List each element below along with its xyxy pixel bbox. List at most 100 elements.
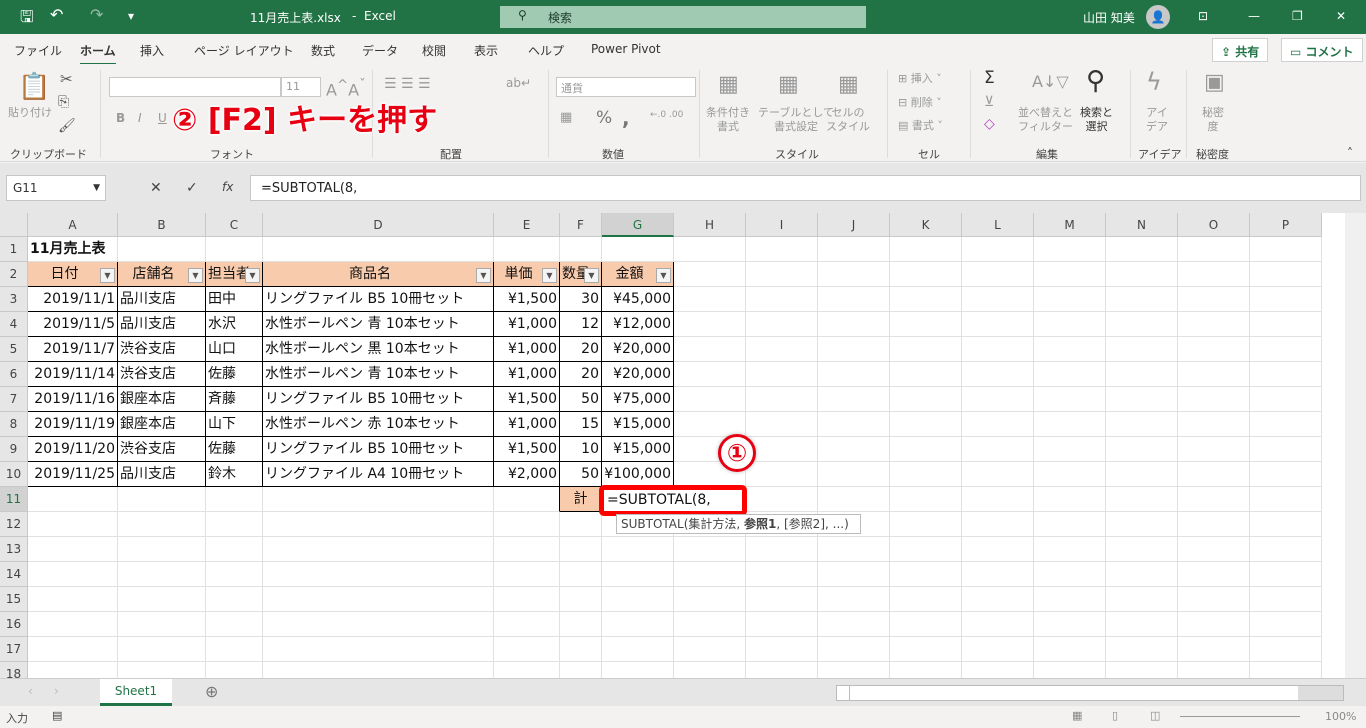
function-tooltip[interactable]: SUBTOTAL(集計方法, 参照1, [参照2], ...) — [616, 514, 861, 534]
cell[interactable] — [1250, 462, 1322, 487]
cell[interactable] — [890, 437, 962, 462]
table-cell[interactable]: 50 — [560, 387, 602, 412]
cell[interactable] — [818, 312, 890, 337]
row-header-3[interactable]: 3 — [0, 287, 28, 312]
tab-1[interactable]: ホーム — [80, 42, 116, 66]
cell[interactable] — [1250, 512, 1322, 537]
cell-styles-button[interactable]: セルの スタイル — [826, 106, 870, 134]
cell[interactable] — [263, 587, 494, 612]
cell[interactable] — [746, 312, 818, 337]
cell[interactable] — [962, 437, 1034, 462]
cell[interactable] — [674, 337, 746, 362]
cell[interactable] — [818, 587, 890, 612]
cell[interactable] — [1106, 487, 1178, 512]
cell[interactable] — [890, 587, 962, 612]
table-cell[interactable]: 2019/11/16 — [28, 387, 118, 412]
cell[interactable] — [890, 662, 962, 678]
cell[interactable] — [1034, 612, 1106, 637]
cell[interactable] — [28, 637, 118, 662]
cell[interactable] — [674, 562, 746, 587]
table-header-cell[interactable]: 数量 ▼ — [560, 262, 602, 287]
cell[interactable] — [746, 437, 818, 462]
align-top-icon[interactable]: ☰ ☰ ☰ — [384, 76, 431, 92]
cell[interactable] — [962, 237, 1034, 262]
share-button[interactable]: ⇪ 共有 — [1212, 38, 1269, 62]
cell[interactable] — [602, 537, 674, 562]
cell[interactable] — [674, 237, 746, 262]
cell[interactable] — [1106, 587, 1178, 612]
close-icon[interactable]: ✕ — [1336, 9, 1346, 23]
search-box[interactable]: ⚲ 検索 — [500, 6, 866, 28]
table-cell[interactable]: 50 — [560, 462, 602, 487]
cell[interactable] — [560, 637, 602, 662]
cell[interactable] — [28, 662, 118, 678]
column-header-P[interactable]: P — [1250, 213, 1322, 237]
cell[interactable] — [1178, 237, 1250, 262]
column-header-C[interactable]: C — [206, 213, 263, 237]
filter-dropdown-icon[interactable]: ▼ — [188, 268, 203, 283]
cell[interactable] — [1250, 387, 1322, 412]
column-header-J[interactable]: J — [818, 213, 890, 237]
name-box[interactable]: G11 ▼ — [6, 175, 106, 201]
cell[interactable] — [1178, 362, 1250, 387]
table-cell[interactable]: 2019/11/25 — [28, 462, 118, 487]
table-cell[interactable]: 2019/11/7 — [28, 337, 118, 362]
sheet-tab-sheet1[interactable]: Sheet1 — [100, 679, 172, 706]
cell[interactable] — [494, 637, 560, 662]
cell[interactable] — [1178, 312, 1250, 337]
cell[interactable] — [890, 387, 962, 412]
row-header-1[interactable]: 1 — [0, 237, 28, 262]
table-cell[interactable]: ¥15,000 — [602, 412, 674, 437]
cell[interactable] — [1178, 662, 1250, 678]
percent-button[interactable]: % — [596, 108, 612, 128]
cell[interactable] — [1034, 637, 1106, 662]
cell[interactable] — [890, 262, 962, 287]
table-cell[interactable]: リングファイル B5 10冊セット — [263, 437, 494, 462]
cell[interactable] — [674, 537, 746, 562]
cell[interactable] — [1178, 337, 1250, 362]
cell[interactable] — [28, 487, 118, 512]
zoom-slider[interactable] — [1180, 716, 1300, 717]
table-cell[interactable]: 田中 — [206, 287, 263, 312]
cell[interactable] — [494, 512, 560, 537]
table-cell[interactable]: ¥1,000 — [494, 337, 560, 362]
table-header-cell[interactable]: 金額 ▼ — [602, 262, 674, 287]
cell[interactable] — [263, 662, 494, 678]
cell[interactable] — [1106, 287, 1178, 312]
cell[interactable] — [28, 512, 118, 537]
cell[interactable] — [263, 237, 494, 262]
cell[interactable] — [118, 512, 206, 537]
sheet-title[interactable]: 11月売上表 — [28, 237, 118, 262]
column-header-O[interactable]: O — [1178, 213, 1250, 237]
cell[interactable] — [962, 537, 1034, 562]
cell[interactable] — [1178, 562, 1250, 587]
cell[interactable] — [818, 262, 890, 287]
table-cell[interactable]: リングファイル B5 10冊セット — [263, 387, 494, 412]
format-painter-icon[interactable]: 🖌 — [58, 118, 76, 134]
cell[interactable] — [818, 387, 890, 412]
cell[interactable] — [962, 412, 1034, 437]
cell[interactable] — [1106, 462, 1178, 487]
cell[interactable] — [962, 312, 1034, 337]
table-cell[interactable]: 2019/11/1 — [28, 287, 118, 312]
row-header-5[interactable]: 5 — [0, 337, 28, 362]
tab-7[interactable]: 表示 — [474, 42, 498, 59]
cell[interactable] — [674, 287, 746, 312]
table-cell[interactable]: 渋谷支店 — [118, 362, 206, 387]
cell[interactable] — [1034, 387, 1106, 412]
table-cell[interactable]: 2019/11/19 — [28, 412, 118, 437]
cell[interactable] — [962, 287, 1034, 312]
row-header-11[interactable]: 11 — [0, 487, 28, 512]
cell[interactable] — [118, 237, 206, 262]
paste-button[interactable]: 貼り付け — [8, 106, 52, 120]
cell[interactable] — [746, 537, 818, 562]
font-size-combo[interactable]: 11 — [281, 77, 321, 97]
row-header-16[interactable]: 16 — [0, 612, 28, 637]
cell[interactable] — [1250, 287, 1322, 312]
cell[interactable] — [818, 237, 890, 262]
cell[interactable] — [1034, 237, 1106, 262]
find-select-button[interactable]: 検索と 選択 — [1080, 106, 1113, 134]
page-layout-icon[interactable]: ▯ — [1112, 709, 1118, 722]
cell[interactable] — [602, 637, 674, 662]
cell[interactable] — [890, 512, 962, 537]
